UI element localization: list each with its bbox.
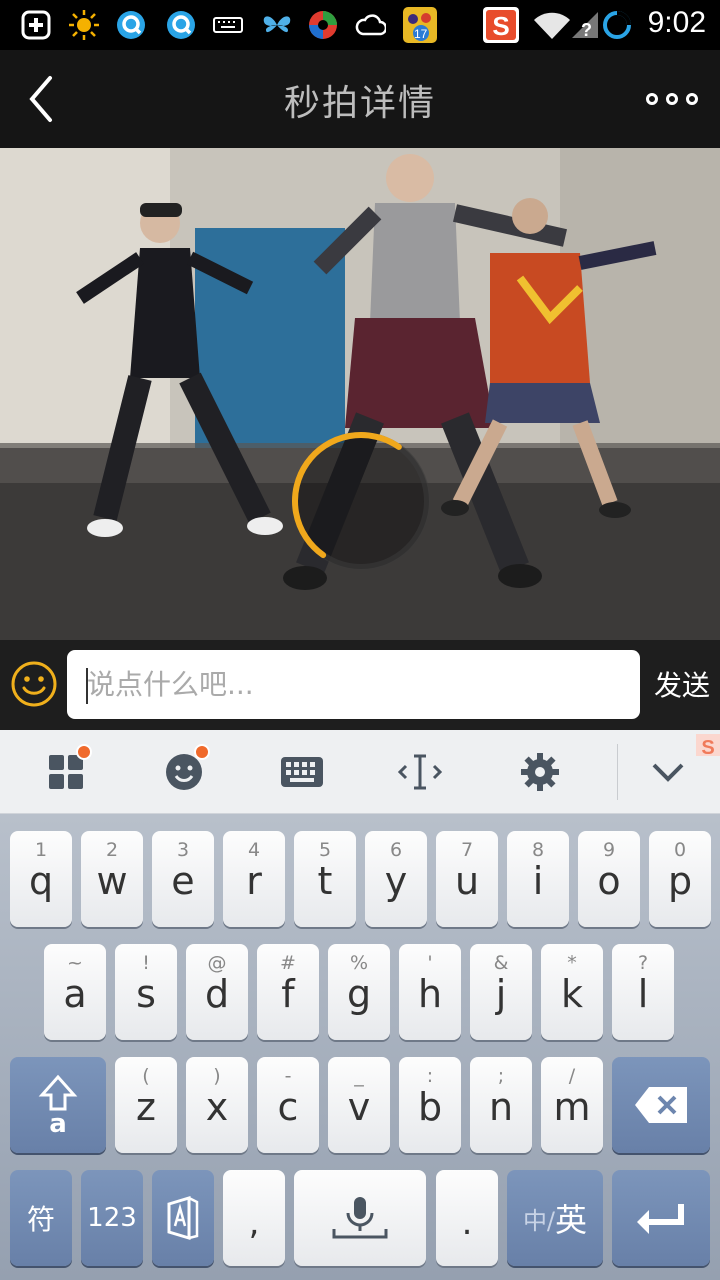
sogou-logo-icon: S [690, 730, 720, 760]
svg-text:S: S [701, 737, 714, 759]
settings-button[interactable] [510, 742, 570, 802]
send-button[interactable]: 发送 [654, 664, 710, 704]
comment-bar: 发送 [0, 640, 720, 730]
key-p[interactable]: 0p [649, 831, 711, 927]
smiley-icon [11, 661, 57, 707]
comma-label: , [248, 1203, 260, 1243]
swirl-icon [306, 9, 338, 41]
key-i[interactable]: 8i [507, 831, 569, 927]
notification-badge [194, 744, 210, 760]
title-bar: 秒拍详情 [0, 50, 720, 148]
hide-keyboard-button[interactable] [638, 742, 698, 802]
key-h[interactable]: ' h [399, 944, 461, 1040]
butterfly-icon [260, 9, 292, 41]
microphone-icon [332, 1197, 388, 1239]
comment-input[interactable] [67, 650, 640, 719]
toolbar-divider [617, 744, 618, 800]
more-dot-icon [666, 93, 678, 105]
key-v[interactable]: _ v [328, 1057, 390, 1153]
app-grid-button[interactable] [36, 742, 96, 802]
comma-key[interactable]: , [223, 1170, 285, 1266]
loading-spinner-icon [292, 432, 430, 570]
notification-badge [76, 744, 92, 760]
key-o[interactable]: 9o [578, 831, 640, 927]
shift-key[interactable]: a [10, 1057, 106, 1153]
cursor-move-button[interactable] [390, 742, 450, 802]
period-label: . [461, 1203, 473, 1243]
key-y[interactable]: 6y [365, 831, 427, 927]
key-z[interactable]: (z [115, 1057, 177, 1153]
calendar-17-icon: 17 [402, 6, 438, 44]
signal-icon: ? [570, 9, 602, 41]
key-w[interactable]: 2w [81, 831, 143, 927]
emoticon-button[interactable] [154, 742, 214, 802]
key-m[interactable]: / m [541, 1057, 603, 1153]
key-s[interactable]: ! s [115, 944, 177, 1040]
key-a[interactable]: ~ a [44, 944, 106, 1040]
sun-icon [68, 9, 100, 41]
cloud-icon [354, 9, 386, 41]
keyboard-icon [281, 757, 323, 787]
clock: 9:02 [647, 6, 706, 39]
language-switch-key[interactable]: 中/ 英 [507, 1170, 603, 1266]
symbols-key[interactable]: 符 [10, 1170, 72, 1266]
lang-en-label: 英 [555, 1201, 588, 1239]
text-cursor [86, 668, 88, 704]
key-k[interactable]: * k [541, 944, 603, 1040]
space-voice-key[interactable] [294, 1170, 426, 1266]
numbers-key[interactable]: 123 [81, 1170, 143, 1266]
qq-icon [114, 9, 146, 41]
svg-text:S: S [492, 11, 509, 41]
gear-icon [521, 753, 559, 791]
keyboard-switch-button[interactable] [272, 742, 332, 802]
key-g[interactable]: % g [328, 944, 390, 1040]
key-c[interactable]: -c [257, 1057, 319, 1153]
wifi-icon [532, 9, 572, 41]
key-u[interactable]: 7u [436, 831, 498, 927]
status-bar: 17 S ? 9:02 [0, 0, 720, 50]
backspace-icon [635, 1087, 687, 1123]
caps-mode-key[interactable] [152, 1170, 214, 1266]
key-e[interactable]: 3e [152, 831, 214, 927]
enter-icon [637, 1204, 684, 1234]
enter-key[interactable] [612, 1170, 710, 1266]
shift-sub-label: a [49, 1109, 67, 1139]
key-t[interactable]: 5t [294, 831, 356, 927]
svg-text:?: ? [581, 20, 592, 40]
lang-zh-label: 中/ [522, 1206, 556, 1235]
add-icon [20, 9, 52, 41]
key-f[interactable]: # f [257, 944, 319, 1040]
video-player[interactable] [0, 148, 720, 640]
keyboard-icon [212, 9, 244, 41]
key-d[interactable]: @ d [186, 944, 248, 1040]
period-key[interactable]: . [436, 1170, 498, 1266]
key-n[interactable]: ; n [470, 1057, 532, 1153]
key-j[interactable]: & j [470, 944, 532, 1040]
page-title: 秒拍详情 [283, 83, 436, 124]
emoji-button[interactable] [10, 660, 58, 708]
key-r[interactable]: 4r [223, 831, 285, 927]
numbers-label: 123 [87, 1203, 137, 1233]
sogou-icon: S [482, 6, 520, 44]
backspace-key[interactable] [612, 1057, 710, 1153]
more-dot-icon [686, 93, 698, 105]
more-options-button[interactable] [646, 84, 698, 114]
chevron-down-icon [652, 763, 684, 782]
keyboard-toolbar: S [0, 730, 720, 814]
qq-icon [164, 9, 196, 41]
key-b[interactable]: :b [399, 1057, 461, 1153]
calendar-day-label: 17 [414, 27, 428, 41]
symbols-label: 符 [26, 1203, 55, 1236]
more-dot-icon [646, 93, 658, 105]
key-q[interactable]: 1q [10, 831, 72, 927]
cursor-move-icon [398, 754, 442, 790]
letter-a-mode-icon [167, 1196, 199, 1240]
key-l[interactable]: ? l [612, 944, 674, 1040]
keyboard: 1q 2w 3e 4r 5t 6y 7u 8i 9o 0p ~ a ! s @ d #… [0, 814, 720, 1280]
loading-icon [600, 9, 632, 41]
key-x[interactable]: ) x [186, 1057, 248, 1153]
